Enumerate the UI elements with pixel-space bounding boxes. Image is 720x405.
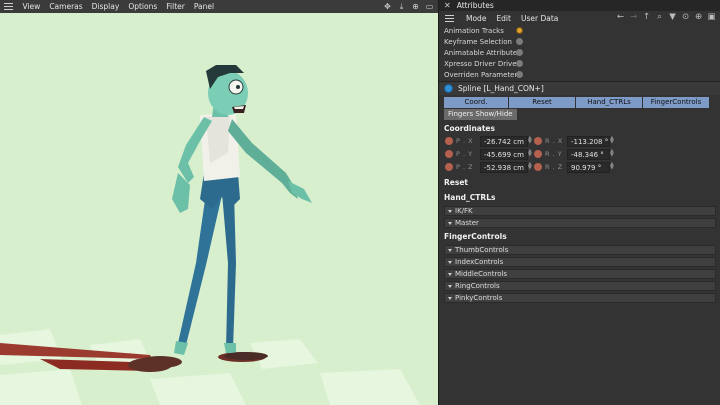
viewport[interactable]: View Cameras Display Options Filter Pane…	[0, 0, 438, 405]
group-ik-fk[interactable]: IK/FK	[444, 206, 716, 216]
expand-triangle-icon	[448, 272, 452, 276]
coord-row-x: P . X -26.742 cm ▲ ▼ R . X -113.208 ° ▲ ▼	[439, 135, 720, 148]
tab-finger-controls[interactable]: FingerControls	[643, 97, 710, 108]
keyframe-dot-icon[interactable]	[534, 163, 542, 171]
attributes-titlebar: ✕ Attributes	[439, 0, 720, 11]
attributes-menu-icon[interactable]	[445, 14, 454, 22]
group-pinky-controls[interactable]: PinkyControls	[444, 293, 716, 303]
group-index-controls[interactable]: IndexControls	[444, 257, 716, 267]
expand-triangle-icon	[448, 209, 452, 213]
keyframe-dot-icon[interactable]	[445, 137, 453, 145]
keyframe-dot-icon[interactable]	[534, 150, 542, 158]
forward-arrow-icon[interactable]: →	[629, 12, 638, 22]
viewport-menu-panel[interactable]: Panel	[189, 0, 218, 13]
toolbar-menu-user-data[interactable]: User Data	[516, 14, 563, 23]
object-name: Spline [L_Hand_CON+]	[458, 84, 544, 93]
viewport-menubar: View Cameras Display Options Filter Pane…	[0, 0, 438, 13]
group-thumb-controls[interactable]: ThumbControls	[444, 245, 716, 255]
position-label: P . X	[456, 137, 474, 145]
section-coordinates: Coordinates	[444, 124, 495, 133]
position-label: P . Y	[456, 150, 473, 158]
group-ring-controls[interactable]: RingControls	[444, 281, 716, 291]
expand-triangle-icon	[448, 248, 452, 252]
spinner-icon[interactable]: ▲ ▼	[610, 136, 719, 145]
move-view-icon[interactable]: ✥	[383, 2, 392, 11]
mode-toggle-dot[interactable]	[516, 38, 523, 45]
coordinate-fields: P . X -26.742 cm ▲ ▼ R . X -113.208 ° ▲ ▼ …	[439, 135, 720, 174]
attributes-panel: ✕ Attributes Mode Edit User Data ← → ↑ ⌕…	[438, 0, 720, 405]
search-icon[interactable]: ⌕	[655, 12, 664, 22]
rotation-label: R . Y	[545, 150, 563, 158]
mode-row-overriden-parameters[interactable]: Overriden Parameters	[439, 69, 720, 80]
toolbar-menu-mode[interactable]: Mode	[461, 14, 491, 23]
position-y-field[interactable]: -45.699 cm	[480, 149, 528, 160]
rotation-y-field[interactable]: -48.346 °	[567, 149, 610, 160]
tab-fingers-show-hide[interactable]: Fingers Show/Hide	[444, 109, 517, 120]
scene-canvas[interactable]	[0, 13, 438, 405]
coord-row-y: P . Y -45.699 cm ▲ ▼ R . Y -48.346 ° ▲ ▼	[439, 148, 720, 161]
rotation-x-field[interactable]: -113.208 °	[567, 136, 610, 147]
spinner-icon[interactable]: ▲ ▼	[610, 162, 719, 171]
mode-toggle-dot[interactable]	[516, 71, 523, 78]
lock-icon[interactable]: ⊙	[681, 12, 690, 22]
mode-toggle-dot[interactable]	[516, 27, 523, 34]
viewport-menu-filter[interactable]: Filter	[162, 0, 190, 13]
attribute-tabs: Coord. Reset Hand_CTRLs FingerControls	[439, 97, 720, 108]
viewport-menu-options[interactable]: Options	[124, 0, 162, 13]
toolbar-icons: ← → ↑ ⌕ ▼ ⊙ ⊕ ▣	[616, 12, 716, 22]
zoom-icon[interactable]: ⊕	[411, 2, 420, 11]
download-icon[interactable]: ⤓	[397, 2, 406, 11]
toolbar-menu-edit[interactable]: Edit	[491, 14, 516, 23]
viewport-menu-icon[interactable]	[4, 3, 13, 10]
keyframe-dot-icon[interactable]	[445, 163, 453, 171]
rotation-label: R . X	[545, 137, 563, 145]
mode-list: Animation Tracks Keyframe Selection Anim…	[439, 25, 720, 80]
add-icon[interactable]: ⊕	[694, 12, 703, 22]
expand-triangle-icon	[448, 260, 452, 264]
expand-triangle-icon	[448, 221, 452, 225]
mode-toggle-dot[interactable]	[516, 60, 523, 67]
up-arrow-icon[interactable]: ↑	[642, 12, 651, 22]
group-middle-controls[interactable]: MiddleControls	[444, 269, 716, 279]
section-hand-ctrls: Hand_CTRLs	[444, 193, 496, 202]
section-reset: Reset	[444, 178, 468, 187]
viewport-menu-view[interactable]: View	[18, 0, 45, 13]
mode-row-animation-tracks[interactable]: Animation Tracks	[439, 25, 720, 36]
group-master[interactable]: Master	[444, 218, 716, 228]
zombie-character[interactable]	[138, 65, 312, 368]
layout-icon[interactable]: ▭	[425, 2, 434, 11]
section-finger-controls: FingerControls	[444, 232, 507, 241]
spinner-icon[interactable]: ▲ ▼	[610, 149, 719, 158]
tab-hand-ctrls[interactable]: Hand_CTRLs	[576, 97, 643, 108]
viewport-menu-cameras[interactable]: Cameras	[45, 0, 87, 13]
viewport-menu-display[interactable]: Display	[87, 0, 124, 13]
spline-object-icon	[444, 84, 453, 93]
mode-row-xpresso-driver-driven[interactable]: Xpresso Driver Driven	[439, 58, 720, 69]
attributes-title: Attributes	[456, 1, 494, 10]
tab-coord[interactable]: Coord.	[444, 97, 509, 108]
coord-row-z: P . Z -52.938 cm ▲ ▼ R . Z 90.979 ° ▲ ▼	[439, 161, 720, 174]
back-arrow-icon[interactable]: ←	[616, 12, 625, 22]
rotation-label: R . Z	[545, 163, 563, 171]
keyframe-dot-icon[interactable]	[534, 137, 542, 145]
rotation-z-field[interactable]: 90.979 °	[567, 162, 610, 173]
mode-row-keyframe-selection[interactable]: Keyframe Selection	[439, 36, 720, 47]
position-label: P . Z	[456, 163, 474, 171]
tab-reset[interactable]: Reset	[509, 97, 576, 108]
close-icon[interactable]: ✕	[444, 1, 451, 10]
new-window-icon[interactable]: ▣	[707, 12, 716, 22]
expand-triangle-icon	[448, 296, 452, 300]
position-z-field[interactable]: -52.938 cm	[480, 162, 528, 173]
expand-triangle-icon	[448, 284, 452, 288]
keyframe-dot-icon[interactable]	[445, 150, 453, 158]
mode-row-animatable-attributes[interactable]: Animatable Attributes	[439, 47, 720, 58]
mode-toggle-dot[interactable]	[516, 49, 523, 56]
object-header: Spline [L_Hand_CON+]	[439, 82, 720, 95]
filter-icon[interactable]: ▼	[668, 12, 677, 22]
position-x-field[interactable]: -26.742 cm	[480, 136, 528, 147]
